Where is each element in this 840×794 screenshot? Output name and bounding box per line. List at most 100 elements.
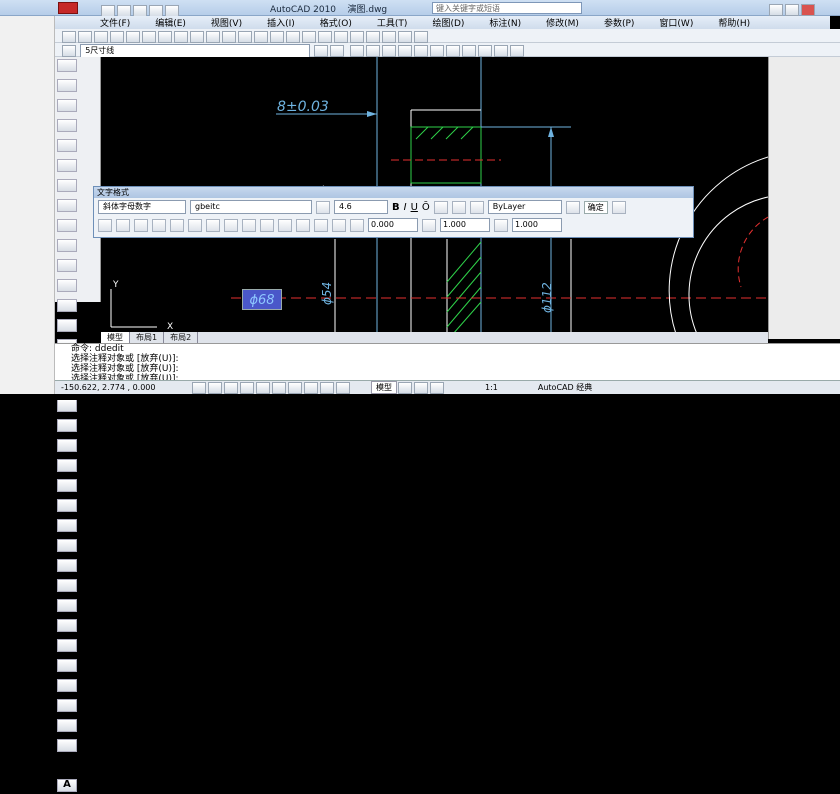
mtext-justify-icon[interactable] [116, 218, 130, 232]
oblique-angle-field[interactable]: 0.000 [368, 218, 418, 232]
help-icon[interactable] [414, 31, 428, 43]
arc-icon[interactable] [57, 259, 77, 272]
text-style-dropdown[interactable]: 斜体字母数字 [98, 200, 186, 214]
menu-window[interactable]: 窗口(W) [659, 16, 693, 29]
line-spacing-icon[interactable] [242, 218, 256, 232]
menu-insert[interactable]: 插入(I) [267, 16, 295, 29]
offset-icon[interactable] [57, 199, 77, 212]
join-object-icon[interactable] [57, 599, 77, 612]
scale-icon[interactable] [381, 45, 396, 57]
menu-format[interactable]: 格式(O) [320, 16, 352, 29]
circle-icon[interactable] [57, 299, 77, 312]
break-point-icon[interactable] [57, 519, 77, 532]
layer-manager-icon[interactable] [62, 45, 76, 57]
text-height-field[interactable]: 4.6 [334, 200, 388, 214]
align-left-icon[interactable] [152, 218, 166, 232]
otrack-icon[interactable] [272, 381, 286, 394]
make-block-icon[interactable] [57, 539, 77, 552]
menu-edit[interactable]: 编辑(E) [155, 16, 186, 29]
font-dropdown[interactable]: gbeitc [190, 200, 312, 214]
explode-icon[interactable] [509, 45, 524, 57]
numbering-icon[interactable] [260, 218, 274, 232]
gradient-icon[interactable] [57, 659, 77, 672]
quick-properties-icon[interactable] [336, 381, 350, 394]
close-icon[interactable] [801, 4, 815, 16]
polygon-icon[interactable] [57, 179, 77, 192]
menu-view[interactable]: 视图(V) [211, 16, 242, 29]
markup-icon[interactable] [382, 31, 396, 43]
mtext-icon[interactable]: A [57, 779, 77, 792]
justify-icon[interactable] [206, 218, 220, 232]
underline-button[interactable]: U [411, 202, 418, 213]
uppercase-icon[interactable] [296, 218, 310, 232]
paste-icon[interactable] [190, 31, 204, 43]
zoom-window-icon[interactable] [286, 31, 300, 43]
calculator-icon[interactable] [398, 31, 412, 43]
tab-layout1[interactable]: 布局1 [130, 332, 165, 343]
save-icon[interactable] [94, 31, 108, 43]
menu-help[interactable]: 帮助(H) [718, 16, 750, 29]
menu-file[interactable]: 文件(F) [100, 16, 130, 29]
new-icon[interactable] [62, 31, 76, 43]
mirror-icon[interactable] [57, 159, 77, 172]
lowercase-icon[interactable] [314, 218, 328, 232]
layer-previous-icon[interactable] [330, 45, 345, 57]
print-icon[interactable] [110, 31, 124, 43]
insert-block-icon[interactable] [57, 499, 77, 512]
layer-dropdown[interactable]: 5尺寸线 [80, 44, 311, 58]
region-icon[interactable] [57, 699, 77, 712]
erase-icon[interactable] [57, 79, 77, 92]
open-icon[interactable] [78, 31, 92, 43]
zoom-previous-icon[interactable] [302, 31, 316, 43]
ruler-icon[interactable] [565, 200, 580, 214]
ellipse-icon[interactable] [57, 419, 77, 432]
minimize-icon[interactable] [769, 4, 783, 16]
preview-icon[interactable] [126, 31, 140, 43]
point-icon[interactable] [57, 579, 77, 592]
polar-icon[interactable] [240, 381, 254, 394]
trim-object-icon[interactable] [57, 439, 77, 452]
properties-icon[interactable] [318, 31, 332, 43]
cut-icon[interactable] [158, 31, 172, 43]
array-icon[interactable] [57, 239, 77, 252]
tracking-field[interactable]: 1.000 [440, 218, 490, 232]
polyline-icon[interactable] [57, 139, 77, 152]
workspace-switch[interactable]: AutoCAD 经典 [538, 382, 592, 393]
fillet-object-icon[interactable] [57, 679, 77, 692]
design-center-icon[interactable] [334, 31, 348, 43]
selected-text-object[interactable]: ϕ68 [242, 289, 282, 310]
zoom-icon[interactable] [270, 31, 284, 43]
break-icon[interactable] [445, 45, 460, 57]
tool-palette-icon[interactable] [350, 31, 364, 43]
chamfer-object-icon[interactable] [57, 639, 77, 652]
app-logo-icon[interactable] [58, 2, 78, 14]
rotate-object-icon[interactable] [57, 319, 77, 332]
annotative-icon[interactable] [316, 200, 330, 214]
table-icon[interactable] [57, 739, 77, 752]
publish-icon[interactable] [142, 31, 156, 43]
tab-layout2[interactable]: 布局2 [164, 332, 199, 343]
redo-icon[interactable] [238, 31, 252, 43]
xline-icon[interactable] [57, 99, 77, 112]
extend-icon[interactable] [429, 45, 444, 57]
pan-icon[interactable] [254, 31, 268, 43]
undo-icon[interactable] [433, 200, 448, 214]
stack-icon[interactable] [469, 200, 484, 214]
explode-object-icon[interactable] [57, 719, 77, 732]
ortho-icon[interactable] [224, 381, 238, 394]
annotation-scale[interactable]: 1:1 [485, 383, 498, 392]
model-button[interactable]: 模型 [371, 381, 397, 394]
options-icon[interactable] [611, 200, 626, 214]
pan-status-icon[interactable] [414, 381, 428, 394]
tab-model[interactable]: 模型 [101, 332, 130, 343]
symbol-icon[interactable] [332, 218, 346, 232]
align-right-icon[interactable] [188, 218, 202, 232]
redo-icon[interactable] [451, 200, 466, 214]
make-current-icon[interactable] [314, 45, 329, 57]
insert-field-icon[interactable] [278, 218, 292, 232]
lineweight-icon[interactable] [320, 381, 334, 394]
menu-tools[interactable]: 工具(T) [377, 16, 408, 29]
menu-dimension[interactable]: 标注(N) [489, 16, 521, 29]
bold-button[interactable]: B [392, 202, 400, 213]
copy-icon[interactable] [174, 31, 188, 43]
